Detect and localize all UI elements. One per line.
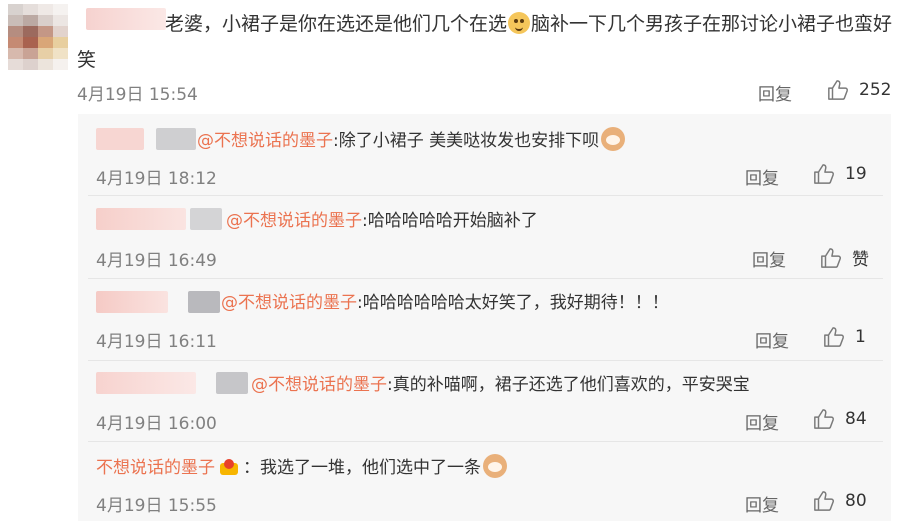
reply-button[interactable]: 回复 [745, 164, 779, 189]
like-count: 80 [845, 491, 867, 511]
comment-text: 老婆，小裙子是你在选还是他们几个在选 脑补一下几个男孩子在那讨论小裙子也蛮好笑 [77, 6, 897, 78]
reply-text: @不想说话的墨子:真的补喵啊，裙子还选了他们喜欢的，平安哭宝 [251, 372, 750, 398]
cat-emoji-icon [483, 454, 507, 478]
like-button[interactable]: 84 [813, 408, 867, 430]
thumbs-up-icon [814, 491, 835, 511]
mention-link[interactable]: @不想说话的墨子 [226, 211, 362, 231]
like-button[interactable]: 赞 [820, 245, 869, 270]
author-name-link[interactable]: 不想说话的墨子 [96, 458, 215, 478]
reply-text: @不想说话的墨子:哈哈哈哈哈哈太好笑了，我好期待！！！ [221, 290, 669, 316]
reply-body: :哈哈哈哈哈哈太好笑了，我好期待！！！ [357, 293, 669, 313]
mention-link[interactable]: @不想说话的墨子 [221, 293, 357, 313]
reply-text: 不想说话的墨子 ：我选了一堆，他们选中了一条 [96, 454, 507, 481]
divider [88, 278, 883, 279]
username-blur [96, 291, 168, 313]
like-button[interactable]: 19 [813, 163, 867, 185]
like-button[interactable]: 80 [813, 490, 867, 512]
crown-badge-icon [218, 457, 240, 477]
thumbs-up-icon [828, 80, 849, 100]
like-count: 赞 [852, 250, 869, 270]
username-blur [216, 372, 248, 394]
reply-button[interactable]: 回复 [745, 491, 779, 516]
username-blur [188, 291, 220, 313]
doge-emoji-icon [508, 12, 531, 34]
like-count: 1 [855, 327, 866, 347]
mention-link[interactable]: @不想说话的墨子 [251, 375, 387, 395]
username-blur [96, 128, 144, 150]
like-count: 84 [845, 409, 867, 429]
username-blur [190, 208, 222, 230]
reply-date: 4月19日 16:49 [96, 251, 217, 271]
thumbs-up-icon [814, 409, 835, 429]
reply-button[interactable]: 回复 [752, 246, 786, 271]
comment-text-part: 老婆，小裙子是你在选还是他们几个在选 [165, 13, 508, 35]
reply-body: :除了小裙子 美美哒妆发也安排下呗 [333, 131, 600, 151]
reply-button[interactable]: 回复 [745, 409, 779, 434]
divider [88, 195, 883, 196]
reply-body: ：我选了一堆，他们选中了一条 [243, 458, 481, 478]
reply-date: 4月19日 16:00 [96, 414, 217, 434]
like-button[interactable]: 1 [823, 326, 866, 348]
reply-body: :哈哈哈哈哈开始脑补了 [362, 211, 538, 231]
mention-link[interactable]: @不想说话的墨子 [197, 131, 333, 151]
username-blur [96, 372, 196, 394]
reply-body: :真的补喵啊，裙子还选了他们喜欢的，平安哭宝 [387, 375, 750, 395]
divider [88, 441, 883, 442]
comment-date: 4月19日 15:54 [77, 85, 198, 105]
reply-button[interactable]: 回复 [755, 327, 789, 352]
avatar[interactable] [8, 4, 68, 70]
like-count: 252 [859, 80, 892, 100]
like-count: 19 [845, 164, 867, 184]
thumbs-up-icon [814, 164, 835, 184]
reply-date: 4月19日 16:11 [96, 332, 217, 352]
comment-text-part: 笑 [77, 49, 97, 71]
divider [88, 360, 883, 361]
username-blur [96, 208, 186, 230]
cat-emoji-icon [601, 127, 626, 151]
username-blur [156, 128, 196, 150]
reply-button[interactable]: 回复 [758, 80, 792, 105]
like-button[interactable]: 252 [827, 79, 891, 101]
thumbs-up-icon [821, 247, 842, 268]
comment-text-part: 脑补一下几个男孩子在那讨论小裙子也蛮好 [531, 13, 893, 35]
thumbs-up-icon [824, 327, 845, 347]
reply-date: 4月19日 18:12 [96, 169, 217, 189]
reply-text: @不想说话的墨子:哈哈哈哈哈开始脑补了 [226, 208, 538, 234]
reply-text: @不想说话的墨子:除了小裙子 美美哒妆发也安排下呗 [197, 127, 626, 154]
reply-date: 4月19日 15:55 [96, 496, 217, 516]
